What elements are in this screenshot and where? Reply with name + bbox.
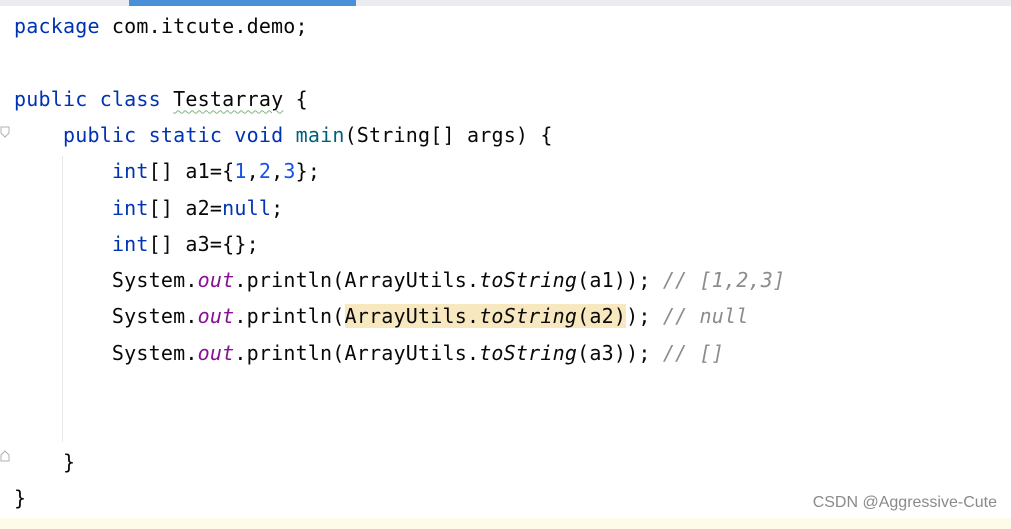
code-token: Testarray [173, 86, 284, 111]
code-token: { [283, 86, 308, 111]
code-token: .println(ArrayUtils. [234, 268, 480, 293]
code-token: toString [479, 304, 578, 329]
code-token: , [246, 159, 259, 184]
code-token: toString [479, 268, 578, 293]
code-line[interactable]: } [14, 444, 75, 480]
code-token: ArrayUtils. [344, 304, 480, 329]
code-token: [] a2= [148, 195, 223, 220]
code-token: out [197, 304, 235, 329]
code-token: void [234, 122, 284, 147]
code-token: }; [295, 159, 321, 184]
fold-marker-icon[interactable] [0, 126, 10, 138]
code-line[interactable]: public static void main(String[] args) { [14, 117, 553, 153]
code-token: toString [479, 340, 578, 365]
code-token: (a3)); [577, 340, 663, 365]
code-token: System. [14, 340, 198, 365]
code-token: .println(ArrayUtils. [234, 340, 480, 365]
code-line[interactable]: System.out.println(ArrayUtils.toString(a… [14, 335, 724, 371]
code-token: main [295, 122, 345, 147]
code-line[interactable]: } [14, 480, 26, 516]
fold-marker-icon[interactable] [0, 450, 10, 462]
code-line[interactable]: System.out.println(ArrayUtils.toString(a… [14, 298, 749, 334]
code-token: int [111, 159, 149, 184]
watermark: CSDN @Aggressive-Cute [812, 494, 997, 511]
code-token: int [111, 231, 149, 256]
current-line-highlight [0, 518, 1011, 529]
code-token: out [197, 340, 235, 365]
code-token: // [1,2,3] [662, 268, 786, 293]
code-token: [] a1={ [148, 159, 235, 184]
code-line[interactable]: int[] a2=null; [14, 190, 283, 226]
code-token: public [62, 122, 137, 147]
code-token: ; [271, 195, 284, 220]
code-token: package [14, 14, 100, 38]
code-token: static [148, 122, 223, 147]
code-token: System. [14, 268, 198, 293]
code-token: public [14, 86, 88, 111]
code-token: System. [14, 304, 198, 329]
code-token: // [] [662, 340, 725, 365]
code-token: [] a3={}; [148, 231, 259, 256]
code-token: } [14, 485, 27, 510]
code-token: .println( [234, 304, 345, 329]
code-token: com.itcute.demo; [99, 14, 308, 38]
code-line[interactable]: System.out.println(ArrayUtils.toString(a… [14, 262, 785, 298]
code-line[interactable]: package com.itcute.demo; [14, 8, 308, 44]
code-token: , [271, 159, 284, 184]
code-token: out [197, 268, 235, 293]
code-token: class [99, 86, 161, 111]
code-editor[interactable]: package com.itcute.demo; public class Tes… [0, 6, 1011, 529]
code-token: ); [626, 304, 663, 329]
code-token: // null [662, 304, 749, 329]
code-token: 3 [283, 159, 296, 184]
code-line[interactable]: int[] a3={}; [14, 226, 259, 262]
code-token: (a2) [577, 304, 627, 329]
code-token: (a1)); [577, 268, 663, 293]
code-token: (String[] args) { [344, 122, 553, 147]
code-line[interactable]: int[] a1={1,2,3}; [14, 153, 320, 189]
code-token: 1 [234, 159, 247, 184]
code-token: 2 [258, 159, 272, 184]
code-token: null [222, 195, 272, 220]
code-token: int [111, 195, 149, 220]
code-token: } [14, 449, 76, 474]
code-line[interactable]: public class Testarray { [14, 81, 308, 117]
